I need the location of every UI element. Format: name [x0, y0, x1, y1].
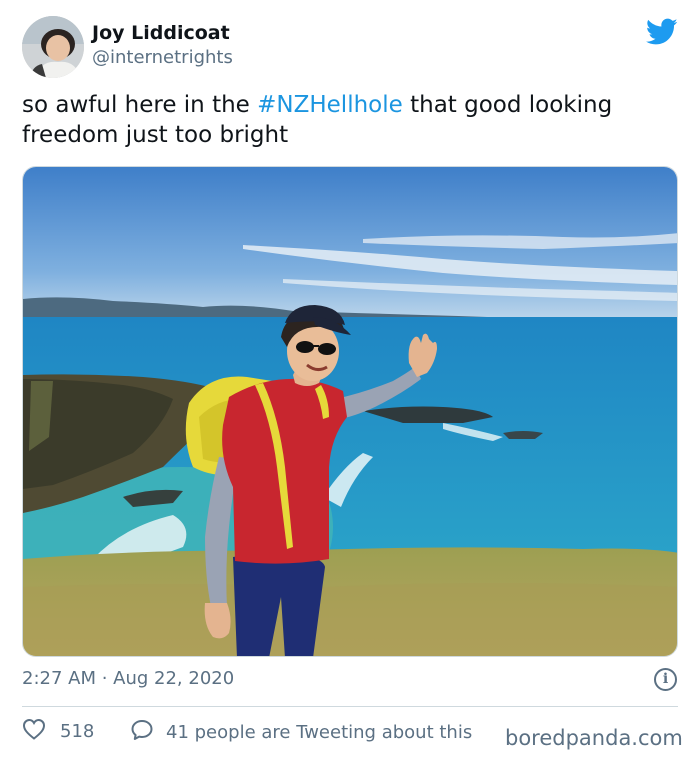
divider — [22, 706, 678, 707]
hashtag-link[interactable]: #NZHellhole — [257, 92, 403, 118]
author-handle[interactable]: @internetrights — [92, 47, 233, 68]
tweet-timestamp[interactable]: 2:27 AM · Aug 22, 2020 — [22, 668, 234, 689]
like-button[interactable]: 518 — [22, 718, 94, 744]
conversation-text: 41 people are Tweeting about this — [166, 721, 473, 743]
tweet-text: so awful here in the #NZHellhole that go… — [22, 90, 682, 150]
heart-icon — [22, 718, 46, 744]
author-name[interactable]: Joy Liddicoat — [92, 22, 230, 44]
twitter-bird-icon[interactable] — [645, 18, 678, 46]
tweet-text-start: so awful here in the — [22, 92, 258, 118]
tweet-photo[interactable] — [22, 166, 678, 657]
like-count: 518 — [60, 720, 95, 742]
info-icon[interactable]: i — [654, 668, 677, 691]
speech-bubble-icon — [130, 718, 154, 746]
avatar[interactable] — [22, 16, 84, 78]
conversation-link[interactable]: 41 people are Tweeting about this — [130, 718, 472, 746]
watermark: boredpanda.com — [505, 726, 683, 750]
